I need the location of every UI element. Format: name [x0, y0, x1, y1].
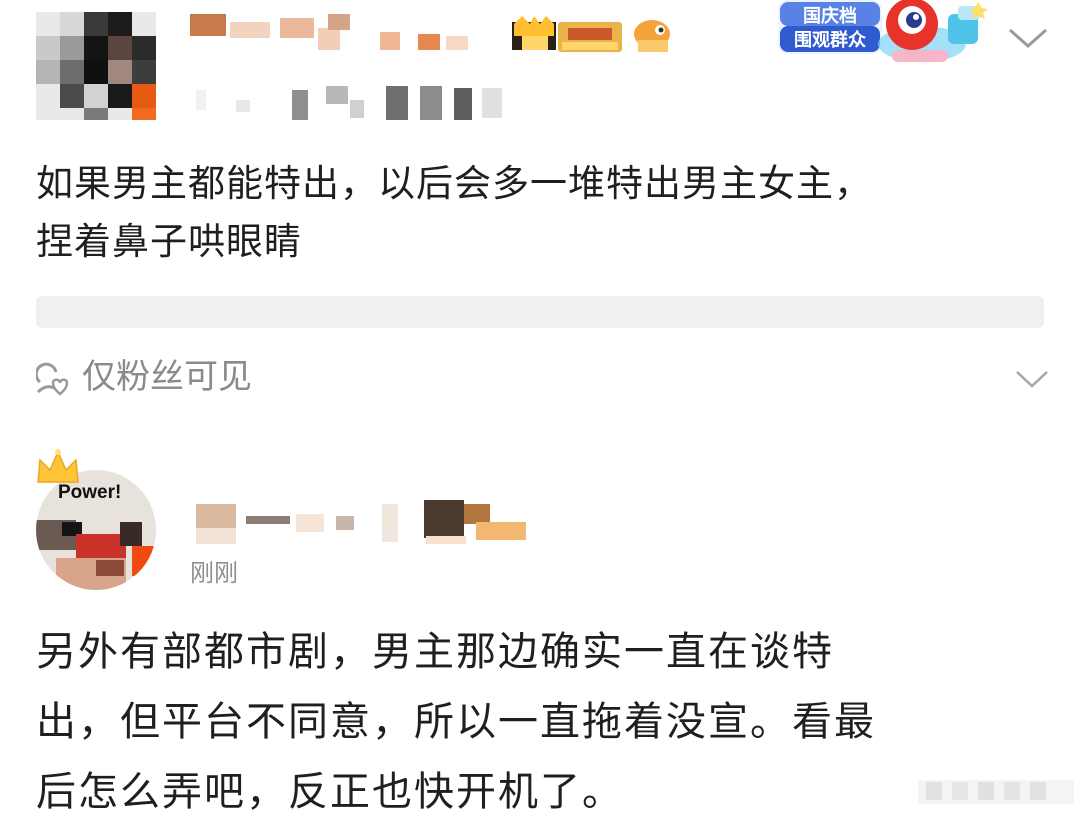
post-text-line: 另外有部都市剧，男主那边确实一直在谈特 [36, 629, 834, 675]
watermark-blurred [918, 770, 1074, 812]
avatar-badge-text: Power! [58, 482, 122, 503]
post-text-line: 如果男主都能特出，以后会多一堆特出男主女主， [36, 162, 872, 205]
post-text-line: 捏着鼻子哄眼睛 [36, 220, 302, 263]
image-placeholder-bar [36, 296, 1044, 328]
fans-only-icon [34, 358, 72, 398]
username-blurred[interactable] [190, 12, 490, 60]
crown-badge-icon [512, 16, 670, 52]
event-badge-line2: 围观群众 [794, 29, 866, 51]
event-badge[interactable]: 国庆档 围观群众 [772, 0, 994, 78]
user-badges[interactable] [512, 14, 682, 56]
holiday-mascot-icon: 国庆档 围观群众 [778, 0, 988, 62]
avatar[interactable] [36, 12, 156, 120]
post-text-line: 出，但平台不同意，所以一直拖着没宣。看最 [36, 699, 876, 745]
event-badge-line1: 国庆档 [803, 5, 857, 27]
chevron-down-icon[interactable] [1014, 366, 1050, 392]
post-text-line: 后怎么弄吧，反正也快开机了。 [36, 769, 624, 815]
user-info-blurred [196, 82, 526, 122]
visibility-label: 仅粉丝可见 [82, 357, 252, 397]
timestamp: 刚刚 [190, 559, 238, 587]
chevron-down-icon[interactable] [1006, 22, 1050, 52]
username-blurred[interactable] [196, 498, 536, 544]
